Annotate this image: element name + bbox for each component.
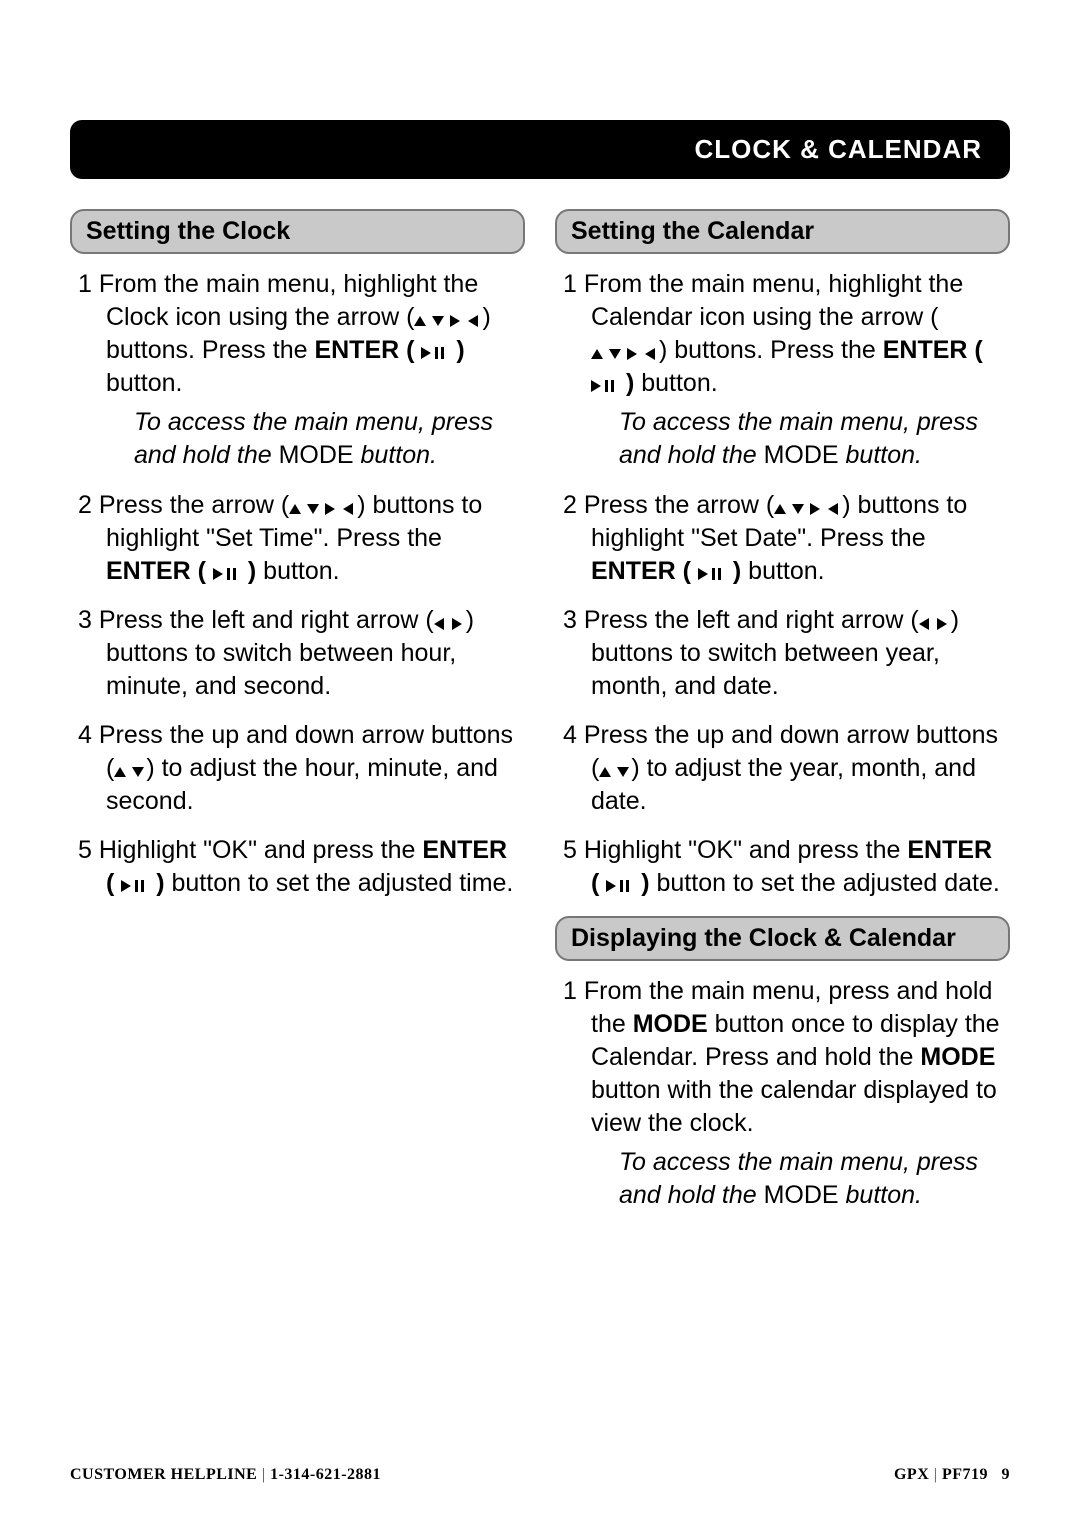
subsection-heading-display: Displaying the Clock & Calendar — [555, 916, 1010, 961]
step-4: Press the up and down arrow buttons () t… — [563, 719, 1006, 818]
display-steps: From the main menu, press and hold the M… — [555, 975, 1010, 1211]
right-column: Setting the Calendar From the main menu,… — [555, 197, 1010, 1229]
step-1: From the main menu, highlight the Calend… — [563, 268, 1006, 471]
up-down-right-left-icon — [591, 347, 659, 361]
left-right-icon — [919, 617, 951, 631]
play-pause-icon — [698, 568, 726, 581]
up-down-right-left-icon — [289, 502, 357, 516]
step-1: From the main menu, highlight the Clock … — [78, 268, 521, 471]
up-down-icon — [599, 765, 631, 779]
two-column-layout: Setting the Clock From the main menu, hi… — [70, 197, 1010, 1229]
play-pause-icon — [606, 880, 634, 893]
up-down-right-left-icon — [774, 502, 842, 516]
up-down-right-left-icon — [414, 314, 482, 328]
clock-steps: From the main menu, highlight the Clock … — [70, 268, 525, 900]
step-5: Highlight "OK" and press the ENTER ( ) b… — [563, 834, 1006, 900]
step-1: From the main menu, press and hold the M… — [563, 975, 1006, 1211]
step-3: Press the left and right arrow () button… — [563, 604, 1006, 703]
section-header-title: CLOCK & CALENDAR — [694, 134, 982, 164]
tip-note: To access the main menu, press and hold … — [619, 1146, 1006, 1211]
tip-note: To access the main menu, press and hold … — [619, 406, 1006, 471]
up-down-icon — [114, 765, 146, 779]
step-3: Press the left and right arrow () button… — [78, 604, 521, 703]
step-2: Press the arrow () buttons to highlight … — [78, 489, 521, 588]
subsection-heading-clock: Setting the Clock — [70, 209, 525, 254]
manual-page: CLOCK & CALENDAR Setting the Clock From … — [0, 0, 1080, 1532]
play-pause-icon — [421, 347, 449, 360]
step-5: Highlight "OK" and press the ENTER ( ) b… — [78, 834, 521, 900]
step-2: Press the arrow () buttons to highlight … — [563, 489, 1006, 588]
left-right-icon — [434, 617, 466, 631]
page-footer: CUSTOMER HELPLINE | 1-314-621-2881 GPX |… — [70, 1466, 1010, 1484]
tip-note: To access the main menu, press and hold … — [134, 406, 521, 471]
play-pause-icon — [591, 380, 619, 393]
subsection-heading-calendar: Setting the Calendar — [555, 209, 1010, 254]
play-pause-icon — [213, 568, 241, 581]
calendar-steps: From the main menu, highlight the Calend… — [555, 268, 1010, 900]
left-column: Setting the Clock From the main menu, hi… — [70, 197, 525, 1229]
footer-model: GPX | PF719 9 — [894, 1466, 1010, 1484]
step-4: Press the up and down arrow buttons () t… — [78, 719, 521, 818]
section-header: CLOCK & CALENDAR — [70, 120, 1010, 179]
footer-helpline: CUSTOMER HELPLINE | 1-314-621-2881 — [70, 1466, 381, 1484]
play-pause-icon — [121, 880, 149, 893]
